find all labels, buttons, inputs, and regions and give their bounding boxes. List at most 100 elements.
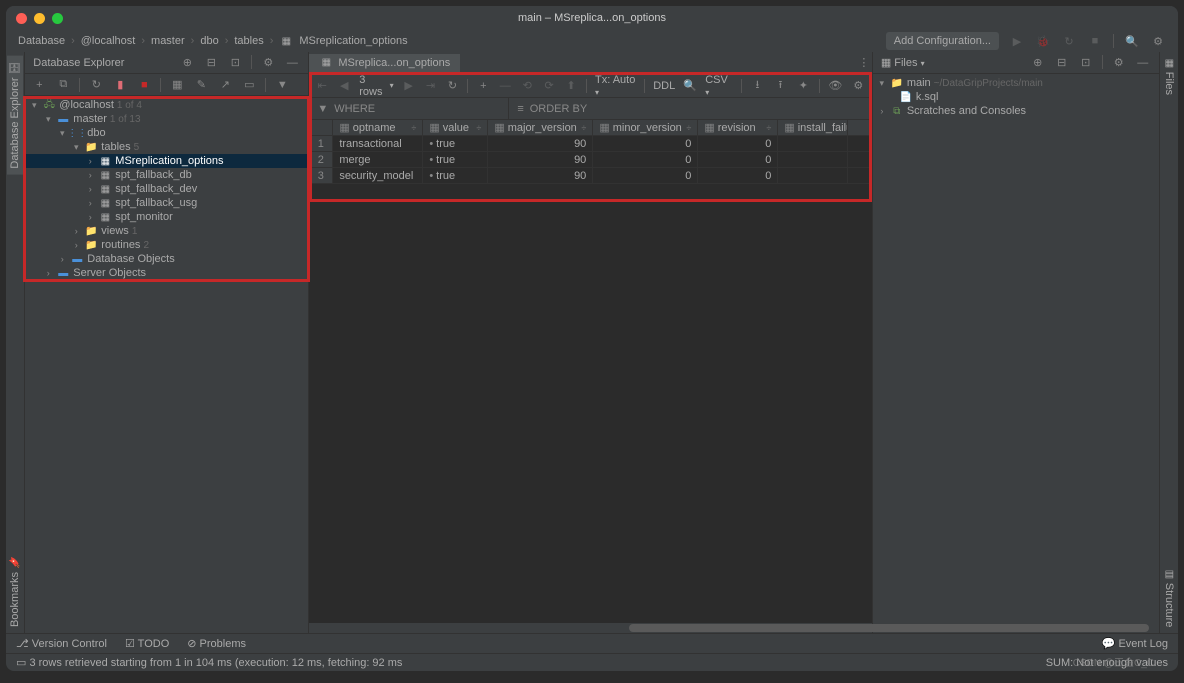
files-hide-icon[interactable]: — [1135, 55, 1151, 71]
edit-icon[interactable]: ✎ [193, 77, 209, 93]
tree-table-sptmonitor[interactable]: ›▦spt_monitor [25, 210, 308, 224]
tree-table-msreplication[interactable]: ›▦MSreplication_options [25, 154, 308, 168]
last-page-icon[interactable]: ⇥ [424, 78, 438, 94]
grid-toolbar: ⇤ ◀ 3 rows ▾ ▶ ⇥ ↻ + — ⟲ ⟳ ⬆ Tx: Auto ▾ … [309, 74, 872, 98]
next-page-icon[interactable]: ▶ [402, 78, 416, 94]
grid-row[interactable]: 1 transactional •true 90 0 0 [309, 136, 872, 152]
revert-icon[interactable]: ⟲ [520, 78, 534, 94]
todo-tool[interactable]: ☑ TODO [125, 637, 169, 650]
files-scratches[interactable]: ›⧉ Scratches and Consoles [873, 104, 1159, 118]
crumb-dbo[interactable]: dbo [200, 35, 218, 47]
reload-grid-icon[interactable]: ↻ [446, 78, 460, 94]
duplicate-icon[interactable]: ⧉ [55, 77, 71, 93]
add-datasource-icon[interactable]: + [31, 77, 47, 93]
watermark: CSDN @王金C_C [1073, 654, 1154, 669]
rows-count-button[interactable]: 3 rows ▾ [359, 74, 393, 98]
tx-mode-button[interactable]: Tx: Auto ▾ [595, 74, 636, 98]
rerun-button[interactable]: ↻ [1061, 33, 1077, 49]
find-icon[interactable]: 🔍 [683, 78, 697, 94]
import-icon[interactable]: ⭱ [773, 78, 788, 94]
tree-views[interactable]: ›📁 views1 [25, 224, 308, 238]
files-locate-icon[interactable]: ⊕ [1030, 55, 1046, 71]
minimize-window-button[interactable] [34, 13, 45, 24]
files-expand-icon[interactable]: ⊟ [1054, 55, 1070, 71]
panel-settings-icon[interactable]: ⚙ [260, 55, 276, 71]
expand-all-icon[interactable]: ⊟ [203, 55, 219, 71]
column-minor-version[interactable]: ▦minor_version÷ [593, 120, 698, 135]
console-icon[interactable]: ▭ [241, 77, 257, 93]
files-main[interactable]: ▾📁 main ~/DataGripProjects/main [873, 76, 1159, 90]
tree-db-objects[interactable]: ›▬ Database Objects [25, 252, 308, 266]
export-icon[interactable]: ⭳ [750, 78, 765, 94]
column-major-version[interactable]: ▦major_version÷ [488, 120, 593, 135]
column-optname[interactable]: ▦optname÷ [333, 120, 423, 135]
tree-host[interactable]: ▾🖧 @localhost 1 of 4 [25, 98, 308, 112]
prev-page-icon[interactable]: ◀ [337, 78, 351, 94]
tree-master[interactable]: ▾▬ master 1 of 13 [25, 112, 308, 126]
files-panel: ▦ Files ▾ ⊕ ⊟ ⊡ ⚙ — ▾📁 main ~/DataGripPr… [872, 52, 1159, 633]
commit-icon[interactable]: ⟳ [542, 78, 556, 94]
disconnect-icon[interactable]: ■ [136, 77, 152, 93]
crumb-database[interactable]: Database [18, 35, 65, 47]
locate-icon[interactable]: ⊕ [179, 55, 195, 71]
tree-tables[interactable]: ▾📁 tables 5 [25, 140, 308, 154]
tree-server-objects[interactable]: ›▬ Server Objects [25, 266, 308, 280]
maximize-window-button[interactable] [52, 13, 63, 24]
grid-settings-icon[interactable]: ⚙ [851, 78, 866, 94]
column-install-failures[interactable]: ▦install_failur [778, 120, 848, 135]
event-log-tool[interactable]: 💬 Event Log [1102, 637, 1168, 650]
tree-routines[interactable]: ›📁 routines2 [25, 238, 308, 252]
collapse-all-icon[interactable]: ⊡ [227, 55, 243, 71]
files-collapse-icon[interactable]: ⊡ [1078, 55, 1094, 71]
files-settings-icon[interactable]: ⚙ [1111, 55, 1127, 71]
tree-table-sptfallbackdev[interactable]: ›▦spt_fallback_dev [25, 182, 308, 196]
editor-tabs: ▦ MSreplica...on_options ⋮ [309, 52, 872, 74]
hide-panel-icon[interactable]: — [284, 55, 300, 71]
bookmarks-gutter-tab[interactable]: Bookmarks 🔖 [7, 551, 23, 633]
filter-icon[interactable]: ▼ [274, 77, 290, 93]
add-configuration-button[interactable]: Add Configuration... [886, 32, 999, 50]
files-ksql[interactable]: 📄k.sql [873, 90, 1159, 104]
crumb-table-name[interactable]: MSreplication_options [299, 35, 407, 47]
problems-tool[interactable]: ⊘ Problems [187, 637, 246, 650]
where-filter[interactable]: ▼ WHERE [309, 98, 509, 119]
run-button[interactable]: ▶ [1009, 33, 1025, 49]
csv-button[interactable]: CSV ▾ [705, 74, 733, 98]
table-view-icon[interactable]: ▦ [169, 77, 185, 93]
structure-gutter-tab[interactable]: ▤ Structure [1161, 563, 1177, 633]
column-revision[interactable]: ▦revision÷ [698, 120, 778, 135]
ide-settings-button[interactable]: ⚙ [1150, 33, 1166, 49]
crumb-host[interactable]: @localhost [81, 35, 136, 47]
crumb-tables[interactable]: tables [234, 35, 263, 47]
first-page-icon[interactable]: ⇤ [315, 78, 329, 94]
table-icon: ▦ [319, 57, 333, 69]
stop-button[interactable]: ■ [1087, 33, 1103, 49]
view-icon[interactable]: 👁 [828, 78, 843, 94]
add-row-icon[interactable]: + [476, 78, 490, 94]
pivot-icon[interactable]: ✦ [796, 78, 811, 94]
submit-icon[interactable]: ⬆ [564, 78, 578, 94]
tab-options-icon[interactable]: ⋮ [856, 55, 872, 71]
tab-msreplication[interactable]: ▦ MSreplica...on_options [309, 54, 460, 72]
column-value[interactable]: ▦value÷ [423, 120, 488, 135]
files-gutter-tab[interactable]: ▦ Files [1161, 52, 1177, 101]
orderby-filter[interactable]: ≡ ORDER BY [509, 98, 595, 119]
crumb-master[interactable]: master [151, 35, 185, 47]
tree-table-sptfallbackdb[interactable]: ›▦spt_fallback_db [25, 168, 308, 182]
grid-row[interactable]: 2 merge •true 90 0 0 [309, 152, 872, 168]
bottom-tools: ⎇ Version Control ☑ TODO ⊘ Problems 💬 Ev… [6, 633, 1178, 653]
refresh-icon[interactable]: ↻ [88, 77, 104, 93]
horizontal-scrollbar[interactable] [309, 623, 872, 633]
ddl-button[interactable]: DDL [653, 80, 675, 92]
db-explorer-gutter-tab[interactable]: Database Explorer 🗄 [7, 56, 23, 175]
version-control-tool[interactable]: ⎇ Version Control [16, 637, 107, 650]
tree-table-sptfallbackusg[interactable]: ›▦spt_fallback_usg [25, 196, 308, 210]
grid-row[interactable]: 3 security_model •true 90 0 0 [309, 168, 872, 184]
stop-intro-icon[interactable]: ▮ [112, 77, 128, 93]
debug-button[interactable]: 🐞 [1035, 33, 1051, 49]
tree-dbo[interactable]: ▾⋮⋮ dbo [25, 126, 308, 140]
close-window-button[interactable] [16, 13, 27, 24]
nav-icon[interactable]: ↗ [217, 77, 233, 93]
remove-row-icon[interactable]: — [498, 78, 512, 94]
search-everywhere-button[interactable]: 🔍 [1124, 33, 1140, 49]
